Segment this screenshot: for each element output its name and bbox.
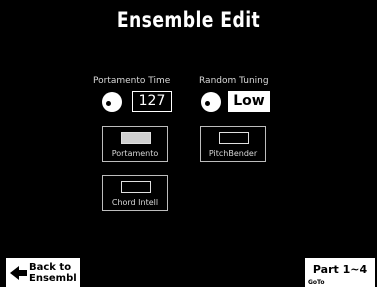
portamento-time-knob-icon[interactable] <box>102 92 122 112</box>
chord-intell-toggle-button[interactable]: Chord Intell <box>102 175 168 211</box>
random-tuning-knob-icon[interactable] <box>201 92 221 112</box>
random-tuning-label: Random Tuning <box>199 76 269 86</box>
pitch-bender-toggle-button[interactable]: PitchBender <box>200 126 266 162</box>
back-to-ensemble-button[interactable]: Back to Ensembl <box>6 258 80 287</box>
part-button-label: Part 1~4 <box>312 263 368 276</box>
portamento-indicator-icon <box>121 132 151 144</box>
back-button-label-line1: Back to <box>29 262 72 273</box>
random-tuning-value[interactable]: Low <box>228 91 270 112</box>
back-arrow-shaft-icon <box>18 270 27 276</box>
page-title: Ensemble Edit <box>116 8 261 32</box>
portamento-time-value[interactable]: 127 <box>132 91 172 112</box>
ensemble-edit-screen: Ensemble Edit Portamento Time 127 Random… <box>0 0 377 287</box>
back-button-label: Back to Ensembl <box>29 262 79 284</box>
portamento-toggle-label: Portamento <box>111 149 159 158</box>
part-1-4-button[interactable]: Part 1~4 GoTo <box>305 258 375 287</box>
chord-intell-indicator-icon <box>121 181 151 193</box>
pitch-bender-toggle-label: PitchBender <box>208 149 258 158</box>
chord-intell-toggle-label: Chord Intell <box>111 198 159 207</box>
back-button-label-line2: Ensembl <box>29 273 77 284</box>
part-button-sublabel: GoTo <box>308 279 325 286</box>
portamento-toggle-button[interactable]: Portamento <box>102 126 168 162</box>
portamento-time-label: Portamento Time <box>93 76 171 86</box>
pitch-bender-indicator-icon <box>219 132 249 144</box>
